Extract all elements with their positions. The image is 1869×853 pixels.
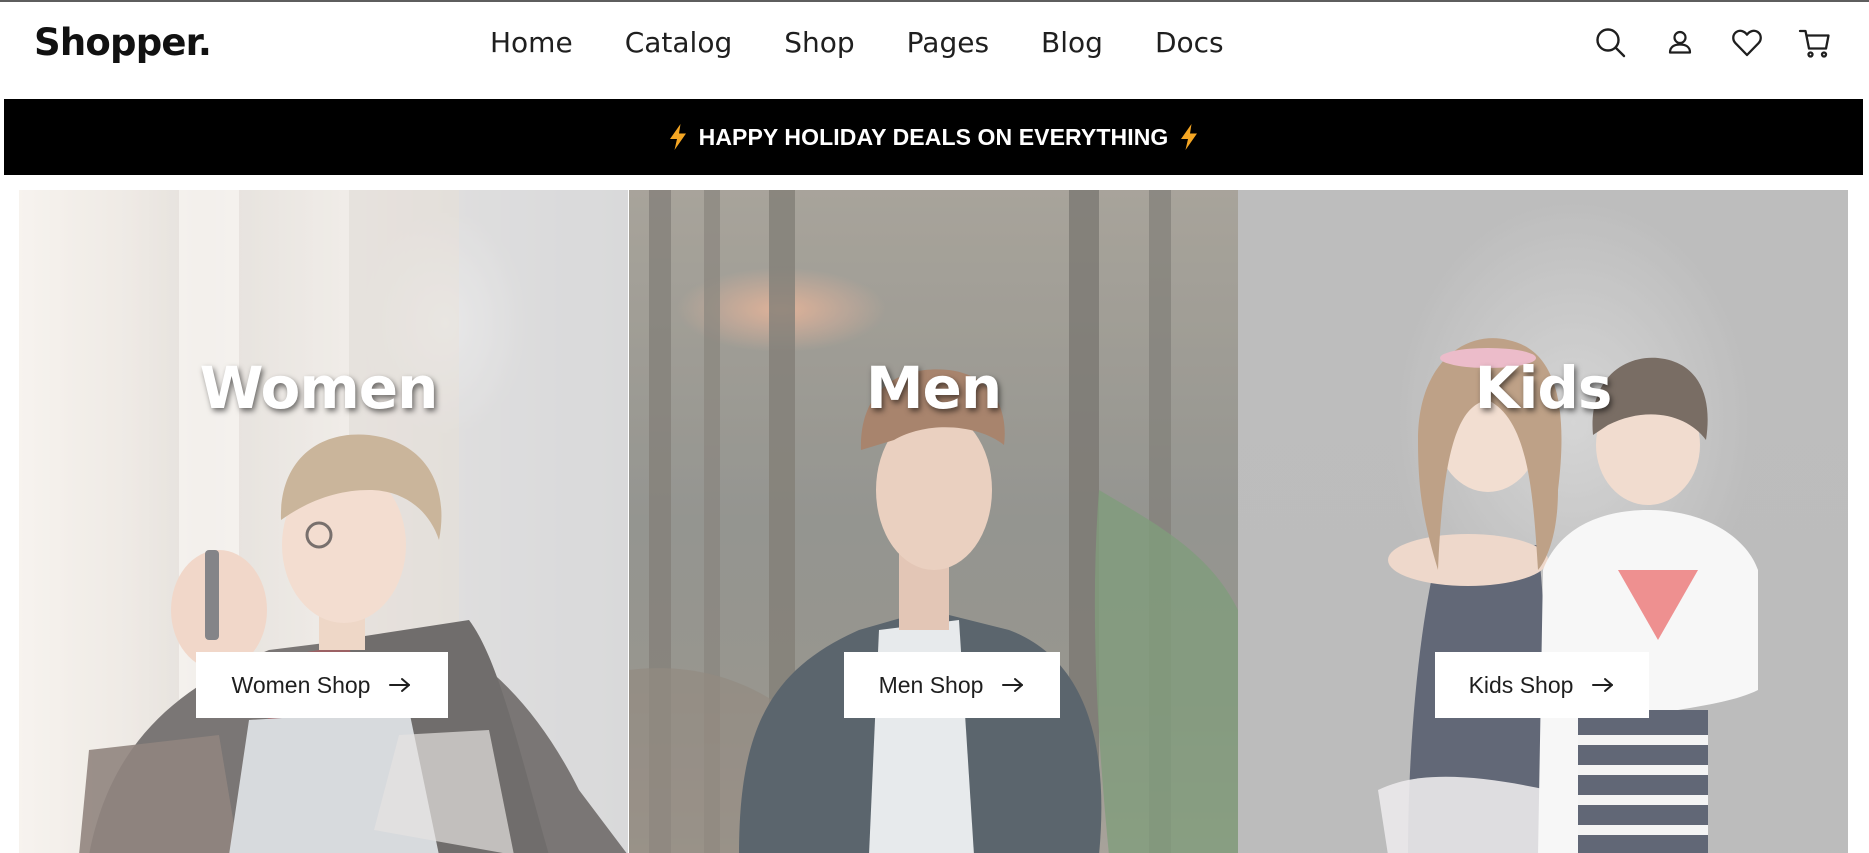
kids-shop-button[interactable]: Kids Shop <box>1435 652 1649 718</box>
nav-item-home[interactable]: Home <box>490 22 573 64</box>
arrow-right-icon <box>1592 678 1614 692</box>
nav-item-docs[interactable]: Docs <box>1155 22 1224 64</box>
button-label: Women Shop <box>231 671 371 698</box>
nav-item-blog[interactable]: Blog <box>1041 22 1103 64</box>
nav-item-catalog[interactable]: Catalog <box>625 22 733 64</box>
category-title: Kids <box>1474 354 1613 422</box>
card-overlay <box>19 190 628 853</box>
men-shop-button[interactable]: Men Shop <box>844 652 1060 718</box>
promo-content: HAPPY HOLIDAY DEALS ON EVERYTHING <box>667 123 1201 151</box>
card-overlay <box>1238 190 1848 853</box>
category-card-women[interactable]: Women Women Shop <box>19 190 628 853</box>
nav-item-pages[interactable]: Pages <box>907 22 989 64</box>
user-icon[interactable] <box>1662 25 1698 61</box>
category-card-men[interactable]: Men Men Shop <box>629 190 1238 853</box>
promo-banner: HAPPY HOLIDAY DEALS ON EVERYTHING <box>4 99 1863 175</box>
search-icon[interactable] <box>1593 25 1629 61</box>
brand-logo[interactable]: Shopper. <box>34 22 212 64</box>
promo-text: HAPPY HOLIDAY DEALS ON EVERYTHING <box>698 123 1169 150</box>
arrow-right-icon <box>1002 678 1024 692</box>
header-actions <box>1549 21 1869 65</box>
category-title: Women <box>199 354 439 422</box>
category-cards: Women Women Shop Men Men Shop Kids Kids … <box>19 190 1848 853</box>
site-header: Shopper. Home Catalog Shop Pages Blog Do… <box>0 2 1869 98</box>
cart-icon[interactable] <box>1797 25 1833 61</box>
category-title: Men <box>865 354 1002 422</box>
arrow-right-icon <box>389 678 411 692</box>
women-shop-button[interactable]: Women Shop <box>196 652 448 718</box>
category-card-kids[interactable]: Kids Kids Shop <box>1238 190 1848 853</box>
button-label: Men Shop <box>878 671 984 698</box>
button-label: Kids Shop <box>1468 671 1574 698</box>
main-nav: Home Catalog Shop Pages Blog Docs <box>490 22 1224 64</box>
page: Shopper. Home Catalog Shop Pages Blog Do… <box>0 0 1869 853</box>
nav-item-shop[interactable]: Shop <box>784 22 854 64</box>
lightning-bolt-icon <box>1181 124 1198 150</box>
heart-icon[interactable] <box>1729 25 1765 61</box>
lightning-bolt-icon <box>669 124 686 150</box>
card-overlay <box>629 190 1238 853</box>
